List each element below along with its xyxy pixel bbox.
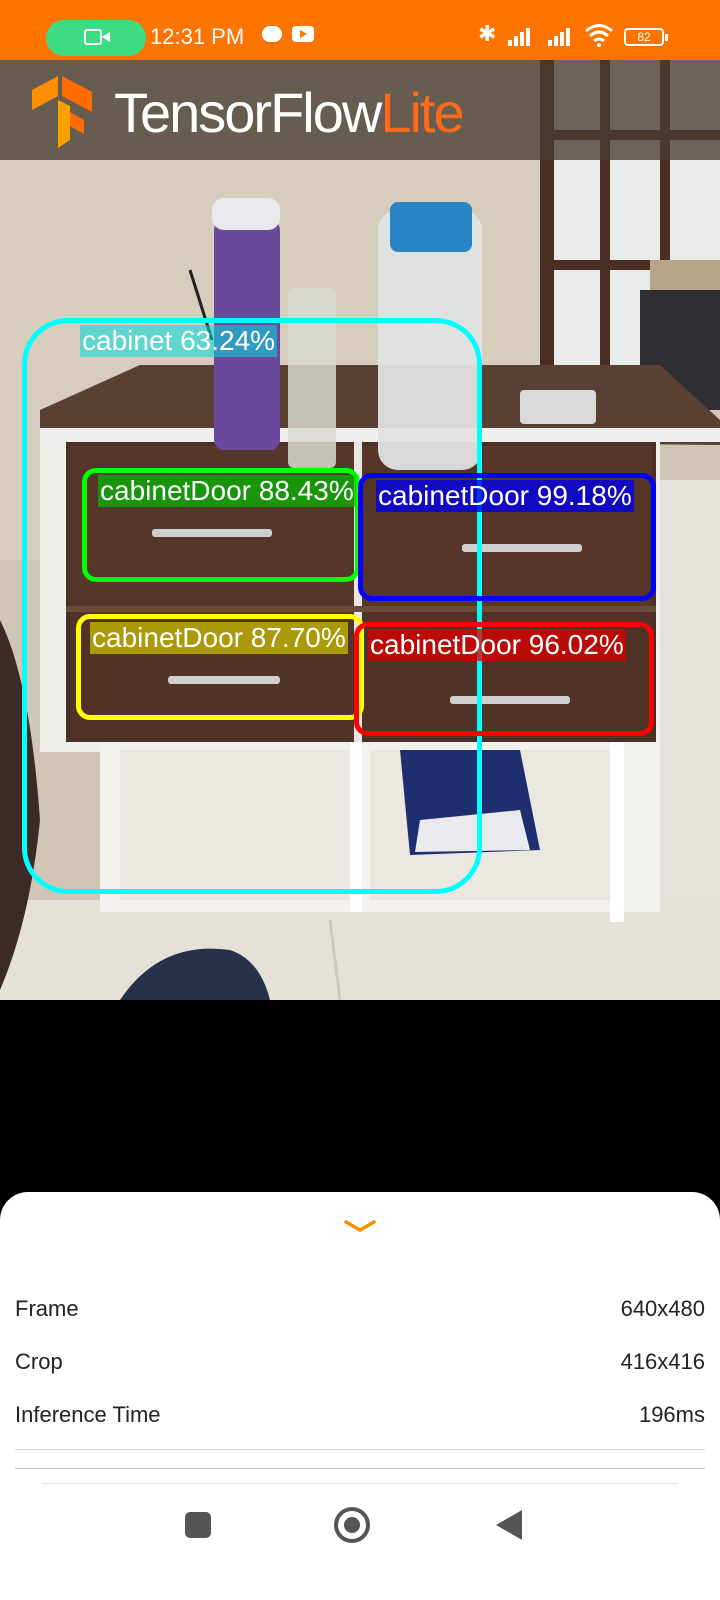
signal-icon — [548, 26, 578, 46]
chat-bubble-icon — [262, 26, 282, 42]
status-time: 12:31 PM — [150, 24, 245, 49]
detection-label: cabinetDoor 99.18% — [376, 480, 634, 512]
info-value: 196ms — [638, 1402, 705, 1427]
status-bar: 12:31 PM ✱ 82 — [0, 0, 720, 60]
detection-box — [22, 318, 482, 894]
detection-label: cabinetDoor 87.70% — [90, 622, 348, 654]
detection-label: cabinetDoor 96.02% — [368, 629, 626, 661]
youtube-icon — [292, 26, 314, 42]
info-value: 640x480 — [620, 1296, 705, 1321]
divider — [15, 1449, 705, 1450]
back-icon[interactable] — [496, 1510, 522, 1540]
tensorflow-logo-icon — [32, 76, 92, 148]
brand-accent: Lite — [380, 81, 464, 144]
detection-label: cabinetDoor 88.43% — [98, 475, 356, 507]
divider — [42, 1483, 678, 1484]
info-row-frame: Frame 640x480 — [15, 1290, 705, 1330]
app-title: TensorFlowLite — [114, 80, 465, 145]
app-header: TensorFlowLite — [0, 60, 720, 160]
recent-apps-icon[interactable] — [185, 1512, 211, 1538]
info-key: Frame — [15, 1296, 79, 1321]
video-camera-icon — [84, 29, 102, 45]
bluetooth-icon: ✱ — [478, 22, 497, 47]
battery-icon: 82 — [624, 28, 668, 46]
wifi-icon — [585, 24, 613, 47]
info-row-crop: Crop 416x416 — [15, 1343, 705, 1383]
video-call-indicator[interactable] — [46, 20, 146, 56]
divider — [15, 1468, 705, 1469]
info-value: 416x416 — [620, 1349, 705, 1374]
brand-main: TensorFlow — [114, 81, 382, 144]
info-key: Inference Time — [15, 1402, 161, 1427]
home-icon[interactable] — [334, 1507, 370, 1543]
info-key: Crop — [15, 1349, 63, 1374]
info-row-inference-time: Inference Time 196ms — [15, 1396, 705, 1436]
chevron-down-icon[interactable] — [343, 1218, 377, 1234]
detection-label: cabinet 63.24% — [80, 325, 278, 357]
signal-icon — [508, 26, 538, 46]
